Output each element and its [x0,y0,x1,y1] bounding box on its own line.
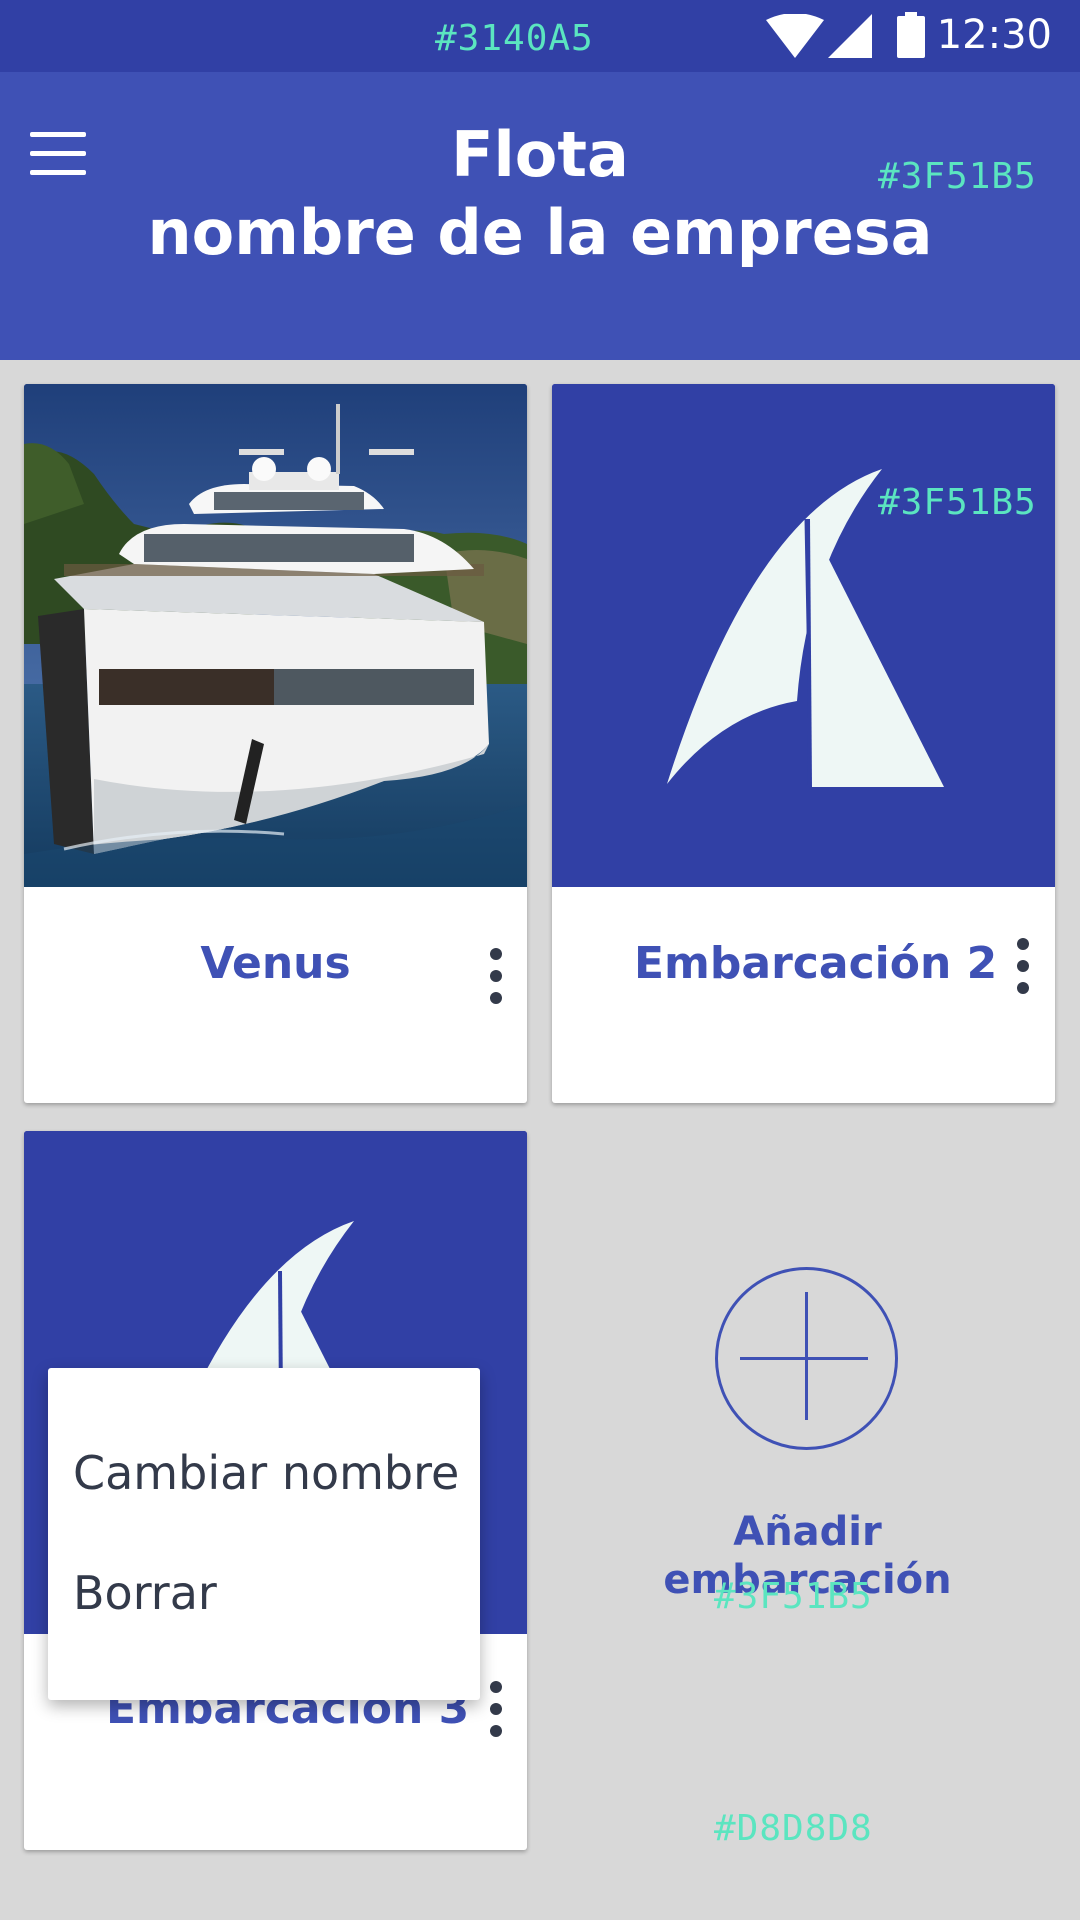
app-bar-color-annotation: #3F51B5 [878,156,1037,197]
card-title: Embarcación 2 [634,938,998,989]
signal-icon [828,14,872,58]
background-color-annotation: #D8D8D8 [714,1808,873,1849]
card-title: Venus [200,938,351,989]
battery-icon [897,12,925,58]
more-vert-icon[interactable] [484,948,508,1004]
status-time: 12:30 [936,12,1052,58]
add-boat-label-line1[interactable]: Añadir [640,1508,975,1556]
more-vert-icon[interactable] [1011,938,1035,994]
sail-placeholder-icon [552,384,1055,887]
status-bar-color-annotation: #3140A5 [435,18,594,59]
company-name: nombre de la empresa [147,196,933,269]
add-tile-color-annotation: #3F51B5 [714,1576,873,1617]
add-circle-icon[interactable] [714,1266,899,1451]
menu-item-delete[interactable]: Borrar [73,1566,217,1620]
boat-card-venus[interactable]: Venus [24,384,527,1103]
wifi-icon [766,14,824,58]
card-media-color-annotation: #3F51B5 [878,482,1037,523]
app-bar: Flota nombre de la empresa #3F51B5 [0,72,1080,360]
card-context-menu: Cambiar nombre Borrar [48,1368,480,1700]
more-vert-icon[interactable] [484,1681,508,1737]
menu-item-rename[interactable]: Cambiar nombre [73,1446,459,1500]
boat-card-2[interactable]: #3F51B5 Embarcación 2 [552,384,1055,1103]
status-bar: #3140A5 12:30 [0,0,1080,72]
yacht-photo [24,384,527,887]
